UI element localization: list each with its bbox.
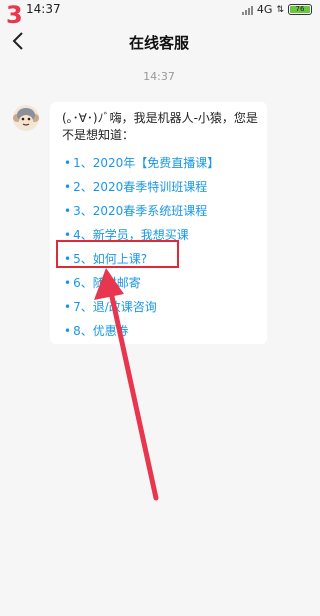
data-arrows-icon: ⇅	[276, 4, 284, 15]
page-title: 在线客服	[128, 34, 189, 52]
option-refund-change[interactable]: • 7、退/改课咨询	[64, 298, 157, 315]
option-free-live-class[interactable]: • 1、2020年【免费直播课】	[64, 154, 219, 171]
bot-message-bubble: (｡･∀･)ﾉﾞ嗨，我是机器人-小猿，您是不是想知道： • 1、2020年【免费直…	[50, 102, 267, 344]
battery-level: 76	[290, 6, 310, 13]
greeting-text: (｡･∀･)ﾉﾞ嗨，我是机器人-小猿，您是不是想知道：	[62, 111, 258, 142]
highlight-box-annotation	[56, 240, 179, 268]
status-icons: 4G ⇅ 76	[241, 3, 312, 16]
option-coupon[interactable]: • 8、优惠券	[64, 322, 129, 339]
status-time: 14:37	[26, 2, 61, 16]
network-type: 4G	[256, 3, 273, 16]
status-bar: 3 14:37 4G ⇅ 76	[0, 0, 318, 27]
step-number-annotation: 3	[6, 1, 23, 29]
option-spring-system-class[interactable]: • 3、2020春季系统班课程	[64, 202, 207, 219]
chat-timestamp: 14:37	[143, 70, 175, 83]
battery-icon: 76	[288, 4, 312, 15]
signal-icon	[241, 5, 253, 15]
monkey-avatar-icon	[13, 105, 39, 131]
nav-bar: 在线客服	[0, 24, 318, 58]
option-spring-special-class[interactable]: • 2、2020春季特训班课程	[64, 178, 207, 195]
option-materials-mail[interactable]: • 6、随材邮寄	[64, 274, 141, 291]
